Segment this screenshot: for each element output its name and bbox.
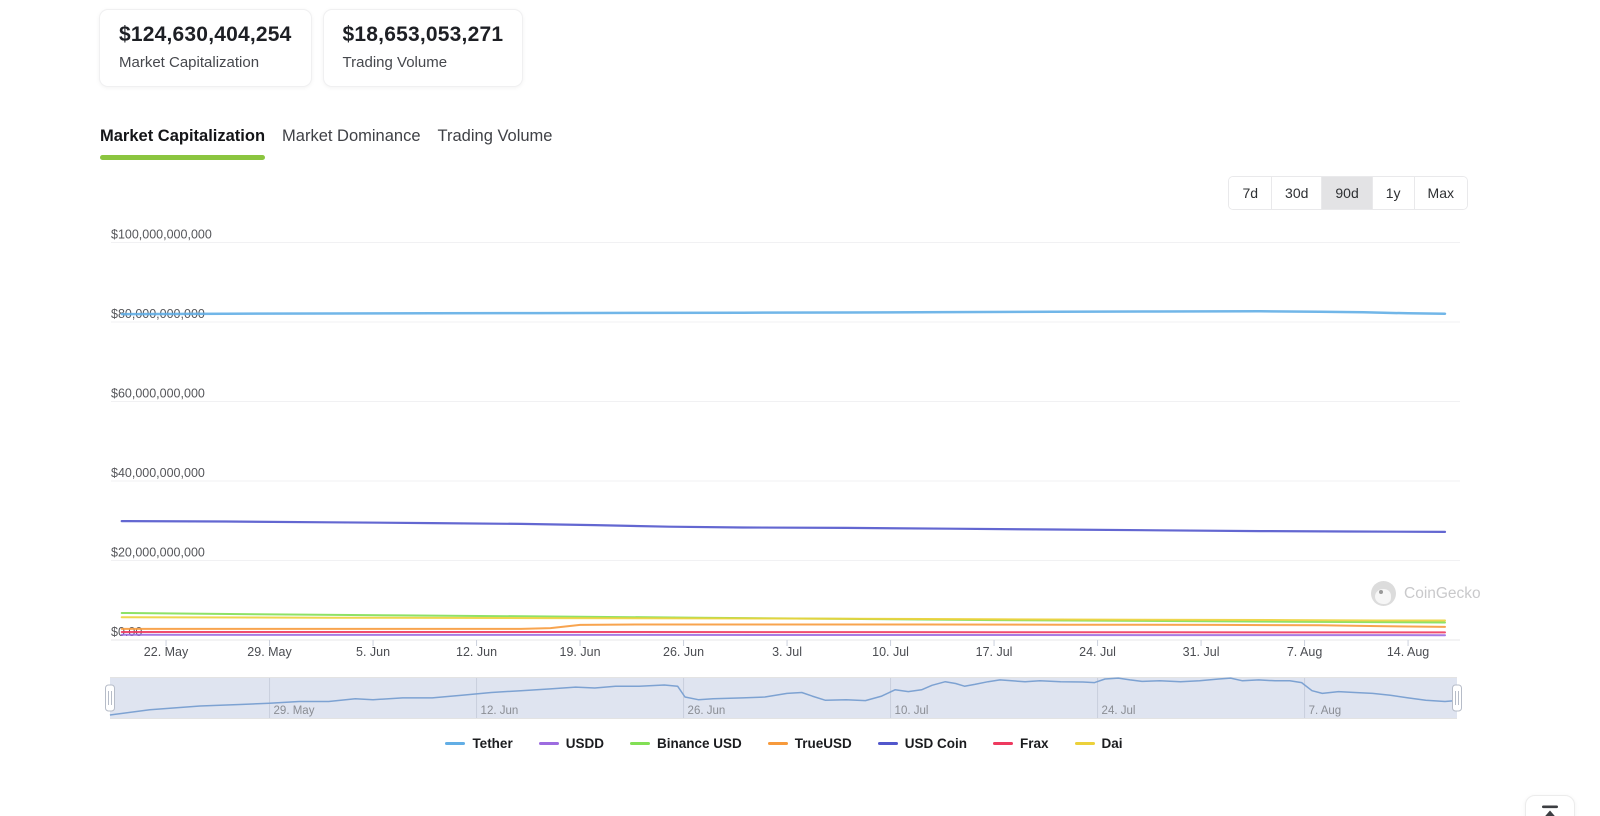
stablecoin-dashboard: $100,000,000,000$80,000,000,000$60,000,0…: [0, 0, 1600, 816]
legend-label: Binance USD: [656, 736, 742, 751]
legend-marker: [629, 742, 650, 745]
range-button-90d[interactable]: 90d: [1321, 177, 1372, 209]
x-axis-label: 19. Jun: [560, 645, 601, 659]
navigator-axis-label: 7. Aug: [1309, 705, 1342, 717]
legend-label: Dai: [1101, 736, 1123, 751]
legend-marker: [993, 742, 1014, 745]
scroll-to-top-icon: [1542, 805, 1558, 816]
navigator-right-handle[interactable]: [1452, 684, 1462, 712]
legend-marker: [445, 742, 466, 745]
tab-underline: [438, 155, 553, 160]
x-axis-label: 29. May: [247, 645, 292, 659]
navigator-axis-label: 29. May: [274, 705, 315, 717]
range-button-1y[interactable]: 1y: [1371, 177, 1414, 209]
legend-label: TrueUSD: [794, 736, 852, 751]
legend-marker: [767, 742, 788, 745]
legend-item-usd-coin[interactable]: USD Coin: [877, 736, 968, 751]
scroll-to-top-button[interactable]: [1525, 795, 1575, 816]
navigator-axis-label: 24. Jul: [1102, 705, 1136, 717]
tab-label: Trading Volume: [437, 127, 553, 145]
chart-plot-area[interactable]: [111, 225, 1460, 640]
x-axis-label: 24. Jul: [1079, 645, 1116, 659]
time-range-selector: 7d 30d 90d 1y Max: [1228, 176, 1468, 210]
coingecko-gecko-icon: [1371, 581, 1396, 606]
tab-trading-volume[interactable]: Trading Volume: [438, 127, 553, 160]
tab-market-dominance[interactable]: Market Dominance: [282, 127, 420, 160]
market-cap-chart: $100,000,000,000$80,000,000,000$60,000,0…: [105, 225, 1462, 719]
legend-item-frax[interactable]: Frax: [993, 736, 1049, 751]
legend-item-trueusd[interactable]: TrueUSD: [767, 736, 852, 751]
legend-item-tether[interactable]: Tether: [445, 736, 513, 751]
legend-marker: [1074, 742, 1095, 745]
x-axis-label: 17. Jul: [976, 645, 1013, 659]
legend-item-usdd[interactable]: USDD: [538, 736, 604, 751]
legend-label: Tether: [472, 736, 513, 751]
chart-tabs: Market Capitalization Market Dominance T…: [100, 127, 569, 160]
x-axis-label: 31. Jul: [1183, 645, 1220, 659]
coingecko-watermark: CoinGecko: [1371, 581, 1481, 606]
range-button-30d[interactable]: 30d: [1271, 177, 1322, 209]
legend-label: USD Coin: [904, 736, 968, 751]
legend-item-dai[interactable]: Dai: [1074, 736, 1123, 751]
trading-volume-label: Trading Volume: [342, 54, 448, 71]
market-cap-value: $124,630,404,254: [119, 23, 292, 46]
legend-marker: [538, 742, 559, 745]
chart-legend: Tether USDD Binance USD TrueUSD USD Coin Frax…: [100, 736, 1468, 751]
navigator-axis-label: 12. Jun: [481, 705, 519, 717]
tab-underline: [282, 155, 420, 160]
navigator-left-handle[interactable]: [105, 684, 115, 712]
x-axis-label: 22. May: [144, 645, 189, 659]
legend-label: USDD: [565, 736, 604, 751]
market-cap-label: Market Capitalization: [119, 54, 260, 71]
x-axis-label: 26. Jun: [663, 645, 704, 659]
range-button-max[interactable]: Max: [1413, 177, 1467, 209]
trading-volume-value: $18,653,053,271: [342, 23, 504, 46]
x-axis-label: 10. Jul: [872, 645, 909, 659]
stats-row: $124,630,404,254 Market Capitalization $…: [99, 9, 524, 87]
market-cap-card: $124,630,404,254 Market Capitalization: [99, 9, 312, 87]
legend-item-binance-usd[interactable]: Binance USD: [629, 736, 742, 751]
tab-market-capitalization[interactable]: Market Capitalization: [100, 127, 266, 160]
navigator-axis-label: 10. Jul: [895, 705, 929, 717]
legend-marker: [877, 742, 898, 745]
x-axis-label: 14. Aug: [1387, 645, 1429, 659]
active-tab-underline: [100, 155, 266, 160]
coingecko-watermark-label: CoinGecko: [1404, 584, 1481, 602]
tab-label: Market Capitalization: [100, 127, 266, 145]
legend-label: Frax: [1020, 736, 1049, 751]
range-button-7d[interactable]: 7d: [1229, 177, 1272, 209]
tab-label: Market Dominance: [282, 127, 421, 145]
x-axis-label: 12. Jun: [456, 645, 497, 659]
navigator-axis-label: 26. Jun: [688, 705, 726, 717]
x-axis-label: 7. Aug: [1287, 645, 1322, 659]
x-axis-label: 5. Jun: [356, 645, 390, 659]
x-axis-label: 3. Jul: [772, 645, 802, 659]
trading-volume-card: $18,653,053,271 Trading Volume: [322, 9, 524, 87]
